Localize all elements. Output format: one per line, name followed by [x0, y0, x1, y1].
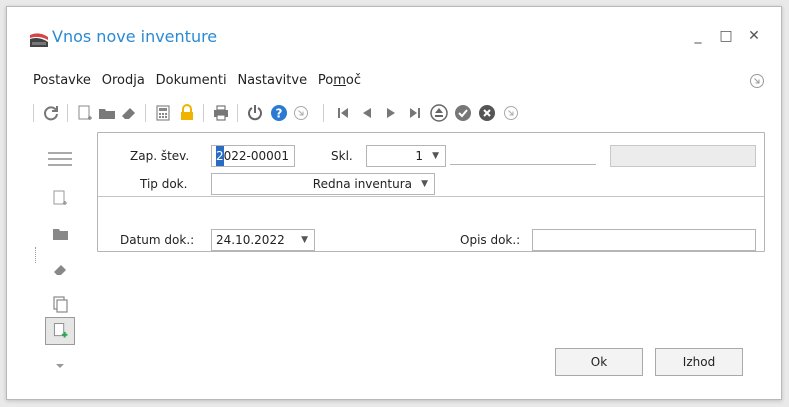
lock-icon[interactable] [177, 103, 197, 123]
menu-dokumenti[interactable]: Dokumenti [156, 73, 227, 88]
toolbar-separator [323, 104, 324, 122]
chevron-down-icon: ▼ [301, 235, 308, 245]
skl-value: 1 [415, 149, 423, 163]
new-document-icon[interactable] [75, 103, 95, 123]
chevron-down-icon[interactable] [45, 353, 75, 381]
menu-postavke[interactable]: Postavke [33, 73, 91, 88]
new-document-icon[interactable] [45, 185, 75, 213]
toolbar-separator [237, 104, 238, 122]
menu-pomoc-prefix: Po [317, 73, 334, 88]
skl-select[interactable]: 1 ▼ [366, 145, 446, 167]
tip-dok-label: Tip dok. [140, 177, 188, 191]
sidebar-grip [35, 247, 37, 263]
opis-dok-input[interactable] [532, 229, 756, 251]
power-icon[interactable] [245, 103, 265, 123]
cancel-icon[interactable] [477, 103, 497, 123]
copy-icon[interactable] [45, 289, 75, 317]
help-icon[interactable]: ? [269, 103, 289, 123]
next-record-icon[interactable] [381, 103, 401, 123]
window-title: Vnos nove inventure [52, 27, 218, 46]
collapse-circle-icon[interactable] [749, 73, 765, 89]
form-panel: Zap. štev. 2022-00001 Skl. 1 ▼ Tip dok. … [97, 132, 765, 252]
tip-dok-select[interactable]: Redna inventura ▼ [211, 173, 435, 195]
datum-dok-label: Datum dok.: [120, 233, 195, 247]
close-button[interactable]: ✕ [743, 25, 765, 47]
menu-nastavitve[interactable]: Nastavitve [237, 73, 307, 88]
confirm-icon[interactable] [453, 103, 473, 123]
chevron-down-icon: ▼ [421, 179, 428, 189]
collapse-circle-icon[interactable] [291, 103, 311, 123]
maximize-button[interactable]: □ [715, 25, 737, 47]
eject-icon[interactable] [429, 103, 449, 123]
datum-dok-select[interactable]: 24.10.2022 ▼ [211, 229, 315, 251]
tip-dok-value: Redna inventura [312, 177, 412, 191]
chevron-down-icon: ▼ [432, 151, 439, 161]
hamburger-menu-icon[interactable] [45, 145, 75, 173]
add-document-button[interactable] [45, 317, 75, 345]
panel-divider [98, 196, 764, 197]
svg-text:?: ? [276, 107, 283, 121]
menu-bar: Postavke Orodja Dokumenti Nastavitve Pom… [33, 73, 368, 93]
eraser-icon[interactable] [45, 255, 75, 283]
menu-pomoc-suffix: oč [345, 73, 362, 88]
open-folder-icon[interactable] [97, 103, 117, 123]
zap-stev-input[interactable]: 2022-00001 [211, 145, 295, 167]
toolbar-separator [67, 104, 68, 122]
calculator-icon[interactable] [153, 103, 173, 123]
skl-label: Skl. [331, 149, 353, 163]
collapse-circle-icon[interactable] [501, 103, 521, 123]
toolbar-separator [203, 104, 204, 122]
text-selection: 2 [216, 146, 224, 166]
first-record-icon[interactable] [333, 103, 353, 123]
print-icon[interactable] [211, 103, 231, 123]
opis-dok-label: Opis dok.: [460, 233, 521, 247]
zap-stev-value: 022-00001 [223, 149, 290, 163]
open-folder-icon[interactable] [45, 221, 75, 249]
exit-button[interactable]: Izhod [655, 348, 743, 376]
readonly-field [610, 145, 756, 167]
title-bar: Vnos nove inventure _ □ ✕ [7, 7, 781, 67]
zap-stev-label: Zap. štev. [130, 149, 190, 163]
datum-dok-value: 24.10.2022 [216, 233, 285, 247]
side-toolbar [35, 137, 93, 387]
toolbar-separator [145, 104, 146, 122]
toolbar: ? [31, 101, 631, 125]
last-record-icon[interactable] [405, 103, 425, 123]
eraser-icon[interactable] [119, 103, 139, 123]
menu-pomoc[interactable]: Pomoč [318, 73, 361, 88]
previous-record-icon[interactable] [357, 103, 377, 123]
dialog-window: Vnos nove inventure _ □ ✕ Postavke Orodj… [6, 6, 782, 400]
ok-button[interactable]: Ok [555, 348, 643, 376]
refresh-icon[interactable] [41, 103, 61, 123]
app-logo-icon [30, 33, 48, 47]
menu-orodja[interactable]: Orodja [102, 73, 145, 88]
skl-name-field [450, 145, 596, 165]
menu-pomoc-accesskey: m [333, 73, 346, 88]
toolbar-grip [33, 104, 34, 122]
minimize-button[interactable]: _ [687, 25, 709, 47]
